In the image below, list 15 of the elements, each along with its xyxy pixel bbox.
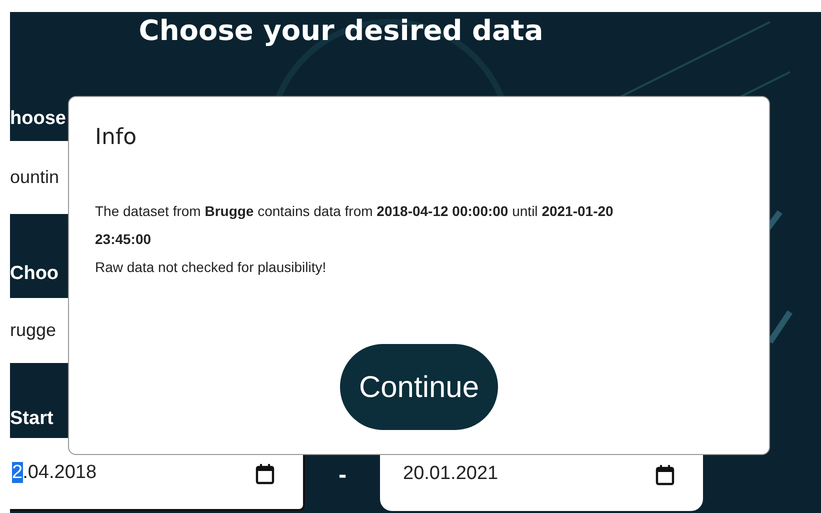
- field-label: Choo: [10, 264, 59, 283]
- page-title: Choose your desired data: [138, 17, 544, 45]
- select-field[interactable]: ountin: [10, 141, 68, 214]
- field-label: hoose: [10, 109, 66, 128]
- dialog-message: Raw data not checked for plausibility!: [95, 258, 328, 277]
- dialog-message: The dataset from Brugge contains data from 2018-04-12 00:00:00 until 2021-01-20 23:45:00: [95, 202, 614, 249]
- date-value: 20.01.2021: [403, 462, 498, 486]
- continue-button[interactable]: Continue: [340, 344, 498, 430]
- field-label: Start: [10, 409, 54, 428]
- calendar-icon[interactable]: [655, 464, 675, 486]
- select-field[interactable]: rugge: [10, 298, 68, 363]
- date-separator: -: [338, 462, 347, 488]
- calendar-icon[interactable]: [255, 462, 275, 484]
- dialog-title: Info: [95, 127, 137, 149]
- date-value: 2.04.2018: [12, 461, 97, 486]
